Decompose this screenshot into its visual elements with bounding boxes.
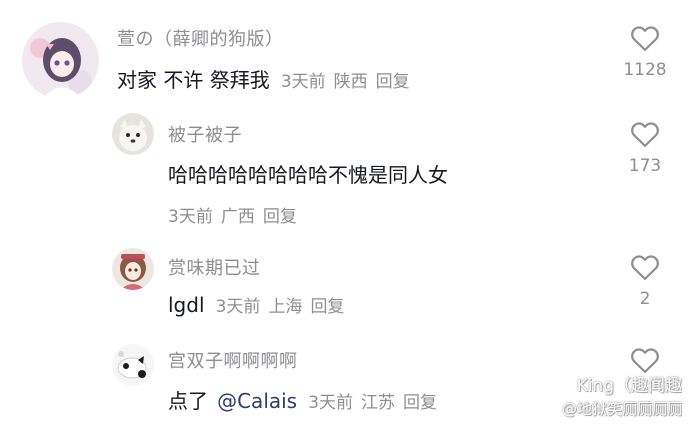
heart-outline-icon: [631, 348, 659, 373]
heart-outline-icon: [631, 122, 659, 147]
comment-location: 上海: [268, 297, 303, 317]
user-mention-link[interactable]: @Calais: [217, 389, 297, 413]
like-button[interactable]: [615, 346, 675, 374]
comment-text: 哈哈哈哈哈哈哈哈不愧是同人女: [168, 163, 448, 187]
comment-time: 3天前: [280, 72, 326, 92]
comment-username[interactable]: 宫双子啊啊啊啊: [168, 347, 298, 373]
reply-button[interactable]: 回复: [310, 297, 344, 317]
comment-location: 江苏: [361, 393, 396, 413]
comment-body: 点了 @Calais 3天前 江苏 回复: [168, 385, 445, 414]
reply-button[interactable]: 回复: [376, 72, 410, 92]
comment-time: 3天前: [168, 207, 213, 227]
comment-username[interactable]: 萱の（薛卿的狗版）: [117, 25, 284, 51]
heart-outline-icon: [631, 255, 659, 280]
reply-button[interactable]: 回复: [263, 207, 297, 227]
watermark-line-2: @地狱笑厕厕厕厕: [561, 400, 682, 418]
watermark-line-1: King（趣闻趣: [576, 376, 682, 396]
avatar[interactable]: [112, 113, 154, 155]
comment-text: 对家 不许 祭拜我: [117, 68, 270, 92]
comment-text: lgdl: [168, 293, 205, 317]
avatar[interactable]: [112, 344, 154, 386]
like-count: 2: [639, 289, 651, 309]
like-count: 1128: [623, 60, 667, 80]
comment-username[interactable]: 赏味期已过: [168, 254, 261, 280]
comment-time: 3天前: [215, 297, 261, 317]
like-button[interactable]: 173: [615, 120, 675, 176]
like-count: 173: [628, 156, 662, 176]
comment-location: 广西: [220, 207, 255, 227]
comment-meta: 3天前 广西 回复: [168, 202, 305, 227]
comment-location: 陕西: [333, 72, 368, 92]
comment-username[interactable]: 被子被子: [168, 121, 242, 147]
avatar[interactable]: [112, 248, 154, 290]
like-button[interactable]: 1128: [615, 24, 675, 80]
reply-button[interactable]: 回复: [403, 393, 437, 413]
comment-text: 点了: [168, 389, 208, 413]
comment-body: 对家 不许 祭拜我 3天前 陕西 回复: [117, 64, 418, 93]
heart-outline-icon: [631, 26, 659, 51]
comment-body: lgdl 3天前 上海 回复: [168, 292, 352, 317]
avatar[interactable]: [22, 22, 99, 99]
like-button[interactable]: 2: [615, 253, 675, 309]
comment-time: 3天前: [308, 393, 354, 413]
